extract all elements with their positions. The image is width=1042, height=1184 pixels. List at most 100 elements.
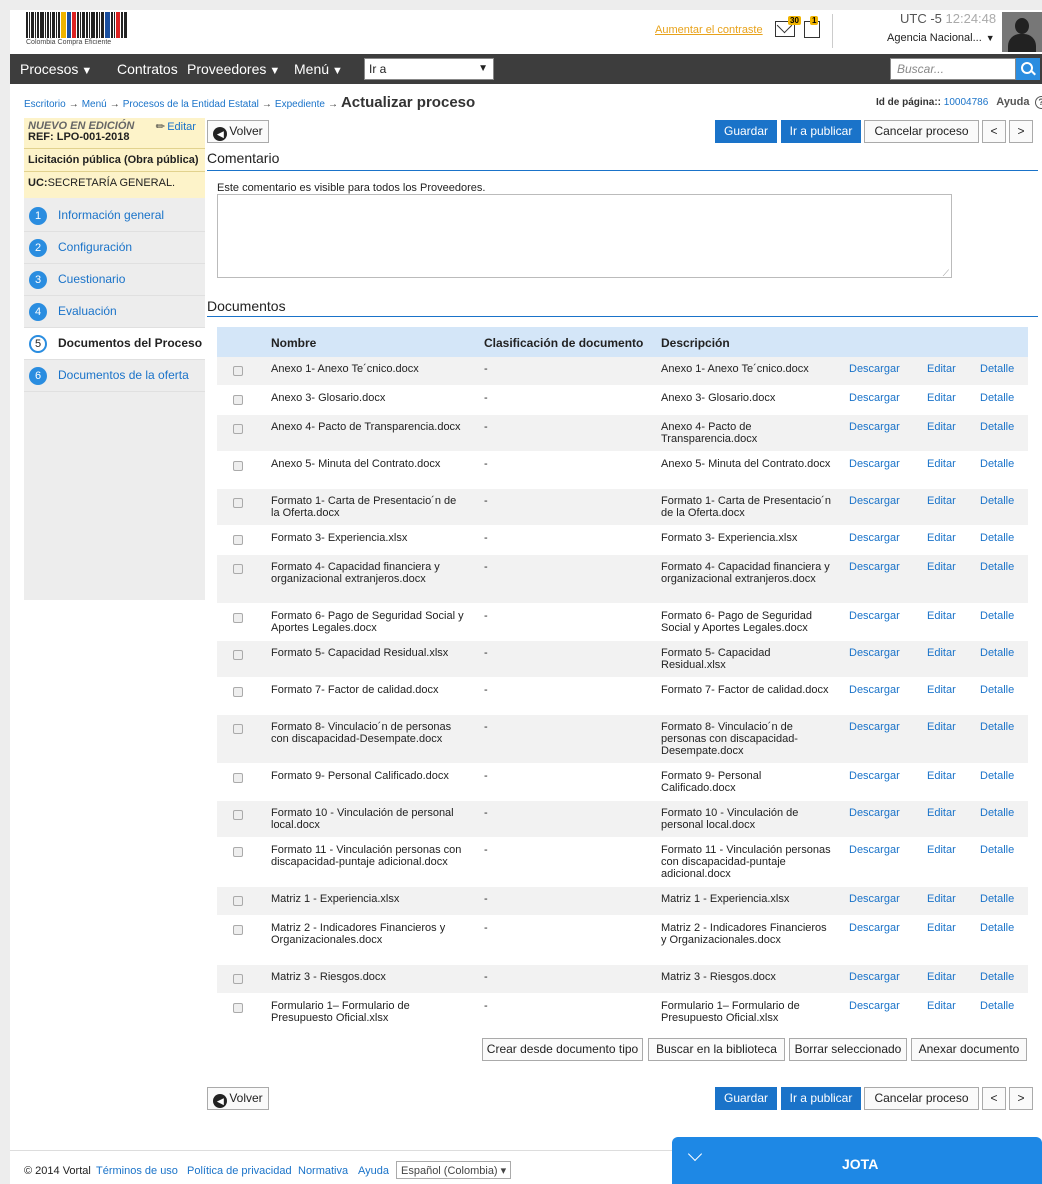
detail-link[interactable]: Detalle [980, 532, 1014, 544]
edit-link[interactable]: Editar [927, 363, 956, 375]
step-evaluacion[interactable]: 4 Evaluación [24, 296, 205, 328]
detail-link[interactable]: Detalle [980, 893, 1014, 905]
row-checkbox[interactable] [233, 613, 243, 623]
search-library-button[interactable]: Buscar en la biblioteca [648, 1038, 785, 1061]
breadcrumb-procesos[interactable]: Procesos de la Entidad Estatal [123, 99, 259, 110]
edit-link[interactable]: Editar [927, 721, 956, 733]
step-configuracion[interactable]: 2 Configuración [24, 232, 205, 264]
detail-link[interactable]: Detalle [980, 610, 1014, 622]
edit-link[interactable]: Editar [927, 392, 956, 404]
increase-contrast-link[interactable]: Aumentar el contraste [655, 24, 763, 36]
row-checkbox[interactable] [233, 395, 243, 405]
row-checkbox[interactable] [233, 461, 243, 471]
edit-link[interactable]: Editar [927, 844, 956, 856]
row-checkbox[interactable] [233, 925, 243, 935]
attach-document-button[interactable]: Anexar documento [911, 1038, 1027, 1061]
edit-link[interactable]: Editar [927, 532, 956, 544]
row-checkbox[interactable] [233, 687, 243, 697]
row-checkbox[interactable] [233, 1003, 243, 1013]
download-link[interactable]: Descargar [849, 458, 900, 470]
user-avatar[interactable] [1002, 12, 1042, 52]
edit-process-link[interactable]: ✎Editar [153, 119, 196, 134]
detail-link[interactable]: Detalle [980, 971, 1014, 983]
breadcrumb-expediente[interactable]: Expediente [275, 99, 325, 110]
create-from-template-button[interactable]: Crear desde documento tipo [482, 1038, 643, 1061]
download-link[interactable]: Descargar [849, 922, 900, 934]
edit-link[interactable]: Editar [927, 458, 956, 470]
edit-link[interactable]: Editar [927, 421, 956, 433]
detail-link[interactable]: Detalle [980, 561, 1014, 573]
nav-proveedores[interactable]: Proveedores ▼ [187, 61, 280, 77]
edit-link[interactable]: Editar [927, 807, 956, 819]
row-checkbox[interactable] [233, 810, 243, 820]
nav-procesos[interactable]: Procesos ▼ [20, 61, 92, 77]
save-button-bottom[interactable]: Guardar [715, 1087, 777, 1110]
edit-link[interactable]: Editar [927, 971, 956, 983]
download-link[interactable]: Descargar [849, 971, 900, 983]
detail-link[interactable]: Detalle [980, 770, 1014, 782]
search-input[interactable]: Buscar... [890, 58, 1016, 80]
download-link[interactable]: Descargar [849, 610, 900, 622]
download-link[interactable]: Descargar [849, 844, 900, 856]
nav-menu[interactable]: Menú ▼ [294, 61, 343, 77]
row-checkbox[interactable] [233, 424, 243, 434]
row-checkbox[interactable] [233, 896, 243, 906]
delete-selected-button[interactable]: Borrar seleccionado [789, 1038, 907, 1061]
nav-contratos[interactable]: Contratos [117, 61, 178, 77]
row-checkbox[interactable] [233, 535, 243, 545]
edit-link[interactable]: Editar [927, 647, 956, 659]
chat-widget[interactable]: JOTA [672, 1137, 1042, 1184]
detail-link[interactable]: Detalle [980, 844, 1014, 856]
detail-link[interactable]: Detalle [980, 495, 1014, 507]
help-footer-link[interactable]: Ayuda [358, 1165, 389, 1177]
back-button[interactable]: ◀ Volver [207, 120, 269, 143]
edit-link[interactable]: Editar [927, 770, 956, 782]
detail-link[interactable]: Detalle [980, 807, 1014, 819]
terms-link[interactable]: Términos de uso [96, 1165, 178, 1177]
row-checkbox[interactable] [233, 773, 243, 783]
download-link[interactable]: Descargar [849, 684, 900, 696]
detail-link[interactable]: Detalle [980, 363, 1014, 375]
download-link[interactable]: Descargar [849, 561, 900, 573]
agency-selector[interactable]: Agencia Nacional... ▼ [887, 32, 995, 44]
edit-link[interactable]: Editar [927, 561, 956, 573]
download-link[interactable]: Descargar [849, 1000, 900, 1012]
row-checkbox[interactable] [233, 974, 243, 984]
publish-button[interactable]: Ir a publicar [781, 120, 861, 143]
download-link[interactable]: Descargar [849, 807, 900, 819]
download-link[interactable]: Descargar [849, 421, 900, 433]
download-link[interactable]: Descargar [849, 495, 900, 507]
publish-button-bottom[interactable]: Ir a publicar [781, 1087, 861, 1110]
row-checkbox[interactable] [233, 650, 243, 660]
detail-link[interactable]: Detalle [980, 922, 1014, 934]
privacy-link[interactable]: Política de privacidad [187, 1165, 292, 1177]
download-link[interactable]: Descargar [849, 893, 900, 905]
row-checkbox[interactable] [233, 498, 243, 508]
download-link[interactable]: Descargar [849, 647, 900, 659]
language-select[interactable]: Español (Colombia) ▾ [396, 1161, 512, 1179]
breadcrumb-menu[interactable]: Menú [82, 99, 107, 110]
download-link[interactable]: Descargar [849, 363, 900, 375]
comment-textarea[interactable] [217, 194, 952, 279]
prev-button[interactable]: < [982, 120, 1006, 143]
next-button[interactable]: > [1009, 120, 1033, 143]
goto-select[interactable]: Ir a ▼ [364, 58, 494, 80]
detail-link[interactable]: Detalle [980, 721, 1014, 733]
detail-link[interactable]: Detalle [980, 421, 1014, 433]
cancel-process-button-bottom[interactable]: Cancelar proceso [864, 1087, 979, 1110]
row-checkbox[interactable] [233, 564, 243, 574]
row-checkbox[interactable] [233, 847, 243, 857]
search-icon[interactable] [1016, 58, 1040, 80]
help-link[interactable]: Ayuda ? [996, 96, 1042, 109]
edit-link[interactable]: Editar [927, 495, 956, 507]
page-id-value[interactable]: 10004786 [944, 97, 989, 108]
download-link[interactable]: Descargar [849, 392, 900, 404]
prev-button-bottom[interactable]: < [982, 1087, 1006, 1110]
next-button-bottom[interactable]: > [1009, 1087, 1033, 1110]
detail-link[interactable]: Detalle [980, 458, 1014, 470]
step-informacion-general[interactable]: 1 Información general [24, 200, 205, 232]
detail-link[interactable]: Detalle [980, 684, 1014, 696]
step-documentos-del-proceso[interactable]: 5 Documentos del Proceso [24, 328, 205, 360]
row-checkbox[interactable] [233, 724, 243, 734]
back-button-bottom[interactable]: ◀ Volver [207, 1087, 269, 1110]
